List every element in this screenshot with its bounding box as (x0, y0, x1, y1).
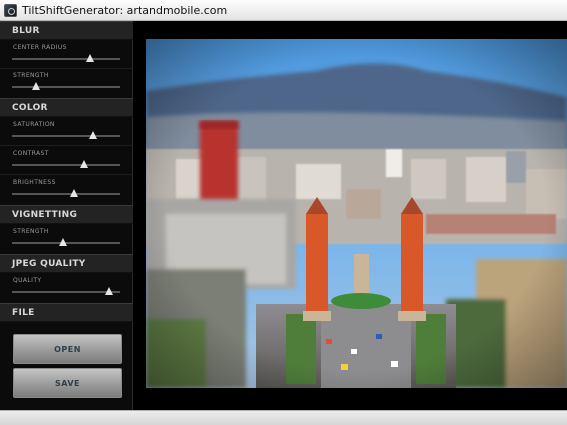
controls-sidebar: BLUR CENTER RADIUS STRENGTH COLOR SATURA… (0, 21, 133, 410)
slider-track[interactable] (12, 160, 120, 168)
section-header-blur: BLUR (0, 21, 133, 40)
slider-vignetting-strength[interactable]: STRENGTH (0, 225, 133, 253)
slider-contrast[interactable]: CONTRAST (0, 147, 133, 175)
slider-track[interactable] (12, 131, 120, 139)
title-bar: TiltShiftGenerator: artandmobile.com (0, 0, 567, 21)
slider-label: STRENGTH (13, 72, 49, 79)
window-title: TiltShiftGenerator: artandmobile.com (22, 3, 228, 17)
slider-label: SATURATION (13, 121, 55, 128)
slider-thumb[interactable] (85, 54, 94, 62)
slider-thumb[interactable] (69, 189, 78, 197)
section-header-file: FILE (0, 303, 133, 322)
slider-track[interactable] (12, 82, 120, 90)
section-header-jpeg-quality: JPEG QUALITY (0, 254, 133, 273)
slider-label: CENTER RADIUS (13, 44, 67, 51)
slider-saturation[interactable]: SATURATION (0, 118, 133, 146)
slider-label: STRENGTH (13, 228, 49, 235)
slider-track[interactable] (12, 54, 120, 62)
slider-thumb[interactable] (89, 131, 97, 139)
slider-label: QUALITY (13, 277, 42, 284)
preview-image (146, 39, 567, 388)
slider-thumb[interactable] (80, 160, 89, 168)
slider-quality[interactable]: QUALITY (0, 274, 133, 302)
open-button[interactable]: OPEN (13, 334, 122, 364)
slider-label: CONTRAST (13, 150, 49, 157)
section-header-color: COLOR (0, 98, 133, 117)
slider-brightness[interactable]: BRIGHTNESS (0, 176, 133, 204)
slider-thumb[interactable] (58, 238, 67, 246)
slider-center-radius[interactable]: CENTER RADIUS (0, 41, 133, 69)
slider-thumb[interactable] (31, 82, 40, 90)
slider-blur-strength[interactable]: STRENGTH (0, 69, 133, 97)
slider-track[interactable] (12, 189, 120, 197)
status-bar (0, 410, 567, 425)
app-icon (4, 3, 17, 17)
slider-track[interactable] (12, 238, 120, 246)
preview-panel (134, 21, 567, 410)
divider (0, 174, 133, 175)
slider-thumb[interactable] (105, 287, 114, 295)
divider (0, 145, 133, 146)
slider-label: BRIGHTNESS (13, 179, 56, 186)
slider-track[interactable] (12, 287, 120, 295)
section-header-vignetting: VIGNETTING (0, 205, 133, 224)
save-button[interactable]: SAVE (13, 368, 122, 398)
